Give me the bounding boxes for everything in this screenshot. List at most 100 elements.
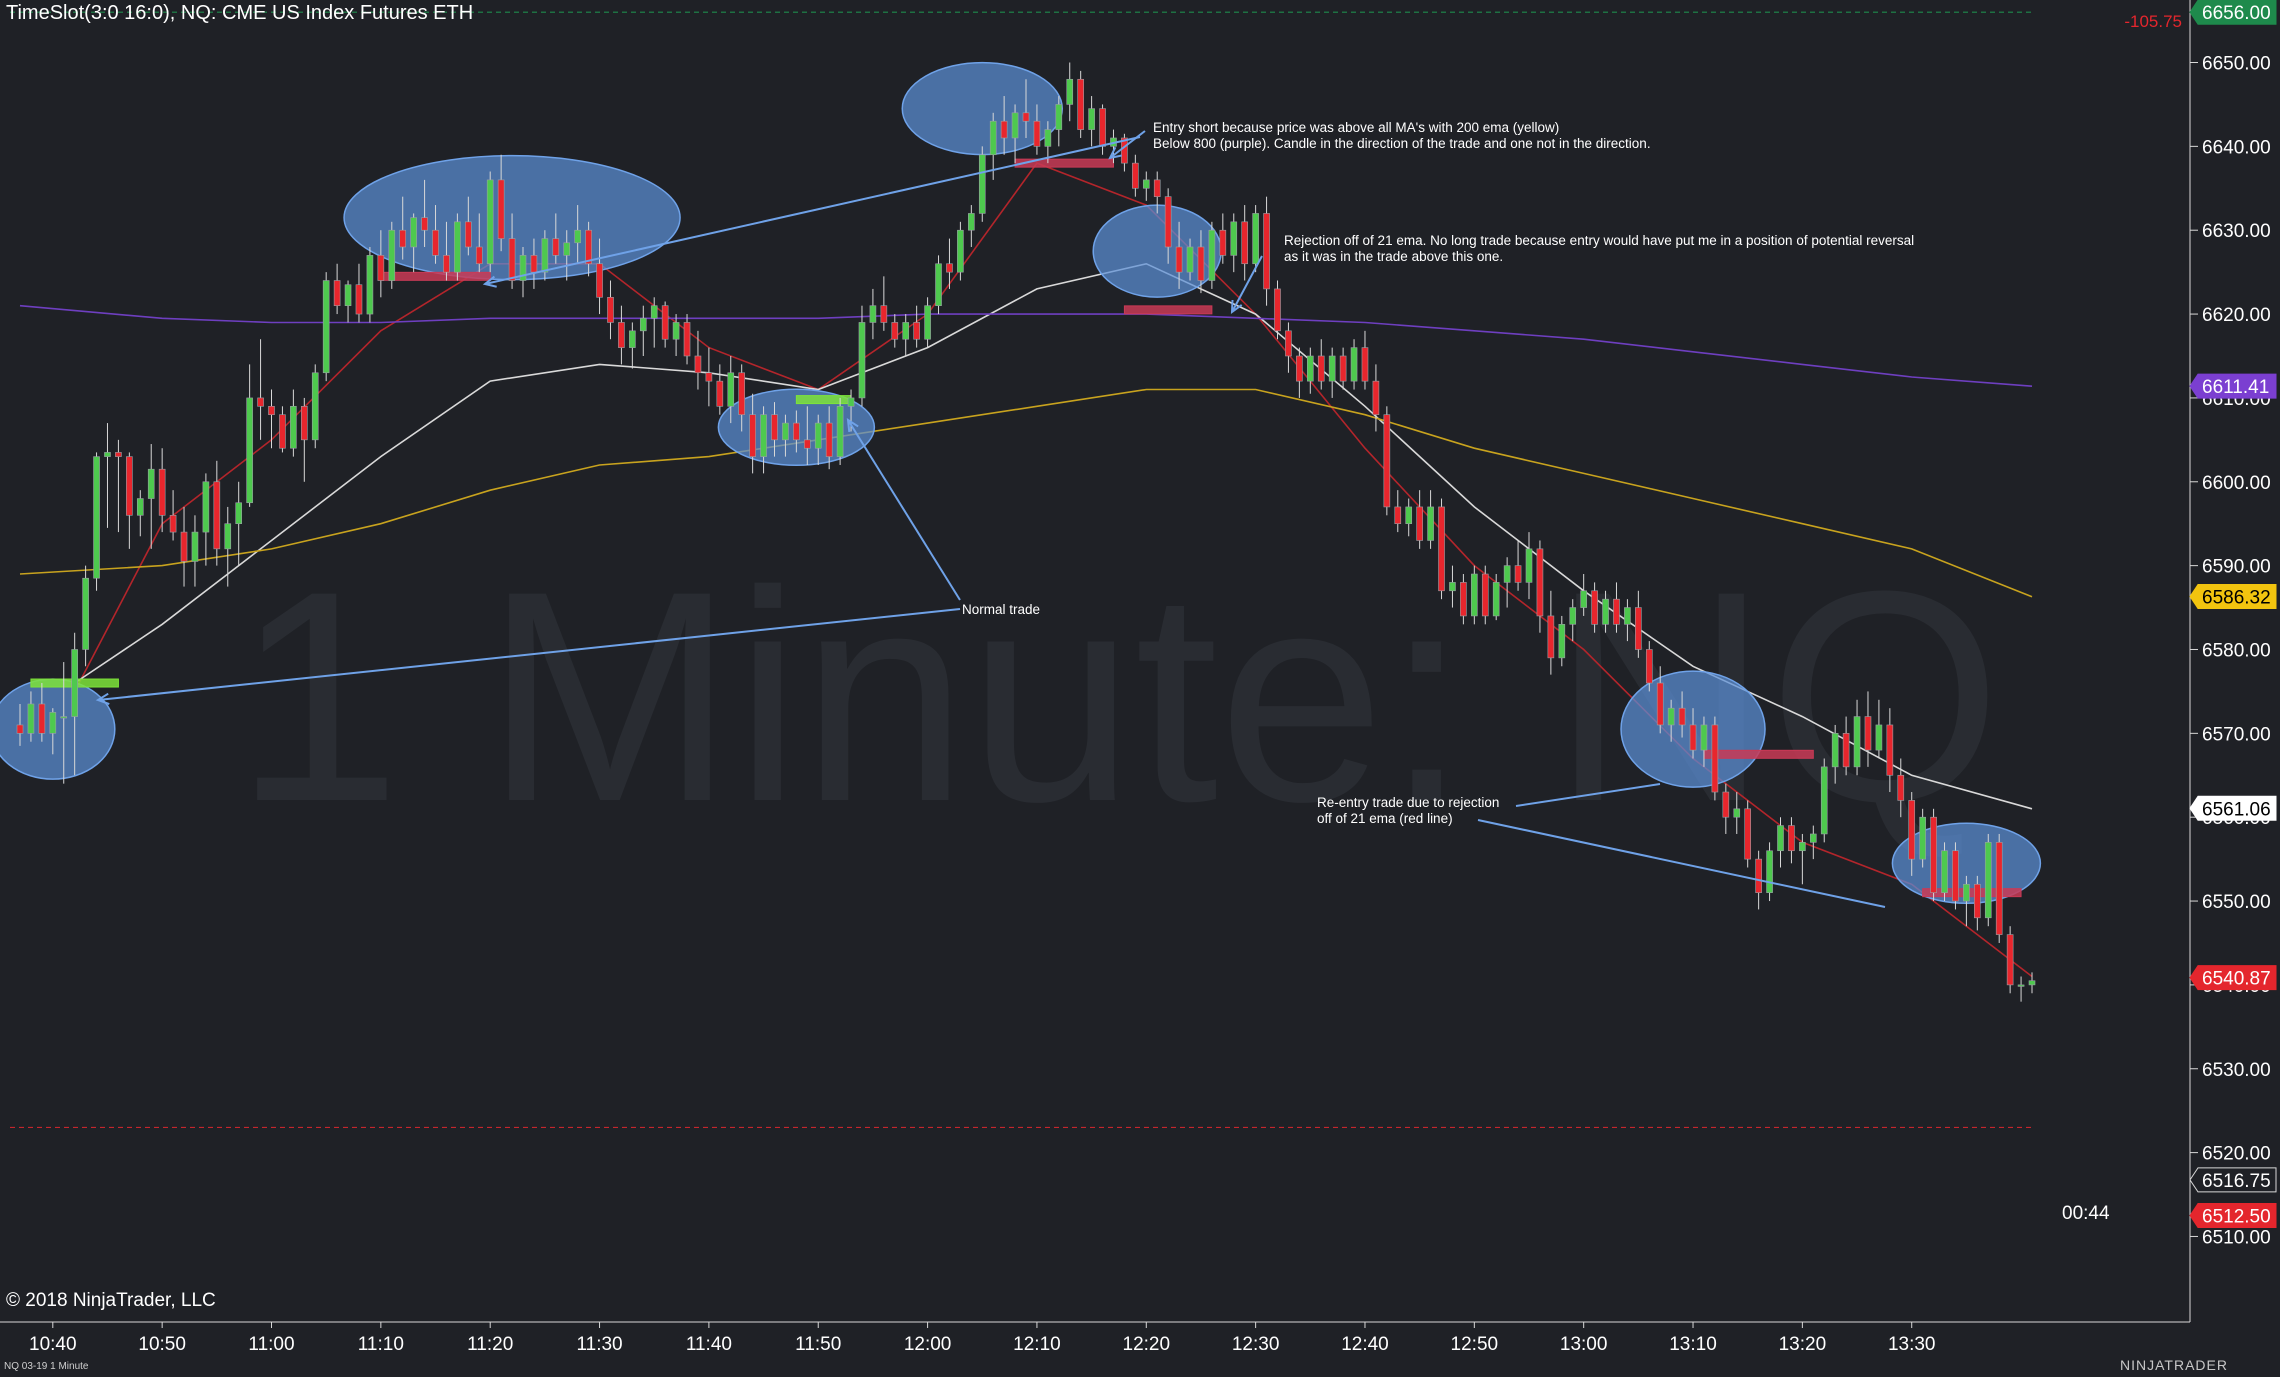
candle-body bbox=[2028, 980, 2036, 986]
candle-body bbox=[322, 280, 330, 374]
candle-body bbox=[49, 712, 57, 734]
x-tick-label: 11:20 bbox=[467, 1334, 513, 1355]
candle-body bbox=[1186, 246, 1194, 273]
candle-body bbox=[1274, 288, 1281, 332]
candle-body bbox=[279, 414, 286, 449]
candle bbox=[1471, 565, 1478, 625]
candle-body bbox=[1350, 347, 1358, 382]
candle-body bbox=[213, 481, 221, 550]
candle-body bbox=[541, 238, 549, 273]
candle bbox=[1952, 842, 1959, 910]
candle-body bbox=[1656, 682, 1664, 726]
y-tick-label: 6650.00 bbox=[2202, 54, 2271, 75]
candle-body bbox=[1974, 883, 1981, 919]
candle-body bbox=[782, 422, 789, 441]
candle-body bbox=[552, 238, 560, 256]
candle-body bbox=[38, 703, 46, 734]
candle-body bbox=[16, 724, 24, 734]
candle-body bbox=[355, 284, 363, 315]
candle-body bbox=[935, 263, 942, 306]
candle-body bbox=[1624, 607, 1631, 625]
price-marker: 6561.06 bbox=[2189, 795, 2277, 821]
y-tick-label: 6530.00 bbox=[2202, 1060, 2271, 1081]
candle-body bbox=[1449, 582, 1456, 592]
copyright: © 2018 NinjaTrader, LLC bbox=[6, 1290, 216, 1311]
candle-body bbox=[1853, 716, 1861, 768]
y-tick-label: 6590.00 bbox=[2202, 557, 2271, 578]
candle-body bbox=[1864, 716, 1872, 751]
candle bbox=[454, 213, 461, 281]
candle-body bbox=[1755, 858, 1762, 893]
candle-body bbox=[333, 280, 341, 306]
candle-body bbox=[399, 229, 407, 248]
candle-body bbox=[1613, 598, 1620, 625]
price-marker: 6516.75 bbox=[2189, 1167, 2277, 1193]
candle-body bbox=[1022, 112, 1030, 122]
candle-body bbox=[1438, 506, 1445, 592]
candle-body bbox=[508, 238, 516, 281]
brand-logo: NINJATRADER bbox=[2120, 1357, 2228, 1373]
candle-body bbox=[246, 397, 253, 504]
candle-body bbox=[300, 406, 308, 441]
candle-body bbox=[1799, 842, 1806, 852]
x-tick-label: 11:10 bbox=[358, 1334, 404, 1355]
x-tick-label: 12:40 bbox=[1341, 1334, 1389, 1355]
price-marker: 6540.87 bbox=[2189, 965, 2277, 991]
candle-body bbox=[1000, 120, 1008, 139]
candle-body bbox=[443, 255, 450, 273]
candle bbox=[486, 171, 494, 273]
candle-body bbox=[1766, 850, 1773, 893]
candle-body bbox=[1733, 808, 1741, 818]
candle-body bbox=[1416, 506, 1423, 541]
price-marker-label: 6540.87 bbox=[2202, 969, 2271, 990]
candle-body bbox=[847, 397, 855, 407]
candle bbox=[388, 221, 396, 289]
candle-body bbox=[1963, 883, 1970, 902]
candle-body bbox=[946, 263, 953, 273]
x-tick-label: 11:50 bbox=[795, 1334, 841, 1355]
candle-body bbox=[344, 284, 352, 306]
candle-body bbox=[191, 531, 199, 562]
candle-body bbox=[93, 456, 100, 579]
candle-body bbox=[1011, 112, 1019, 139]
candle bbox=[311, 364, 319, 449]
candle-body bbox=[629, 330, 636, 348]
candle-body bbox=[989, 120, 997, 156]
candle-body bbox=[705, 372, 713, 382]
candle bbox=[957, 221, 964, 281]
candle-body bbox=[1066, 78, 1074, 105]
candle-body bbox=[1514, 565, 1522, 583]
bar-countdown: 00:44 bbox=[2062, 1203, 2110, 1224]
candle-body bbox=[727, 372, 735, 407]
candle-body bbox=[968, 213, 975, 231]
candle-body bbox=[760, 414, 767, 457]
candle-body bbox=[224, 523, 232, 550]
candle-body bbox=[1197, 246, 1205, 281]
annotation-line: Normal trade bbox=[962, 602, 1040, 617]
candle-body bbox=[454, 221, 461, 273]
candle-body bbox=[1689, 724, 1697, 751]
candle-body bbox=[803, 439, 811, 449]
candle bbox=[1744, 800, 1752, 868]
candle-body bbox=[1492, 582, 1500, 617]
candle-body bbox=[1820, 766, 1828, 835]
candle bbox=[1274, 280, 1281, 340]
candle-body bbox=[1908, 800, 1916, 860]
candle bbox=[935, 255, 942, 315]
candle-body bbox=[115, 452, 122, 457]
annotation-line: Rejection off of 21 ema. No long trade b… bbox=[1284, 233, 1914, 248]
candle-body bbox=[672, 322, 680, 340]
candle-body bbox=[1055, 104, 1063, 130]
candle-body bbox=[1263, 213, 1270, 290]
candle-body bbox=[891, 322, 899, 340]
candle bbox=[2006, 926, 2014, 994]
candle-body bbox=[880, 305, 888, 323]
candle-body bbox=[1711, 724, 1719, 793]
candle-body bbox=[126, 456, 133, 516]
chart-canvas[interactable]: 1 Minute: NQ Entry short because price w… bbox=[0, 0, 2280, 1377]
candle-body bbox=[1306, 355, 1314, 382]
y-tick-label: 6570.00 bbox=[2202, 724, 2271, 745]
candle-body bbox=[1788, 825, 1795, 852]
candle-body bbox=[1744, 808, 1752, 860]
candle-body bbox=[738, 372, 746, 415]
